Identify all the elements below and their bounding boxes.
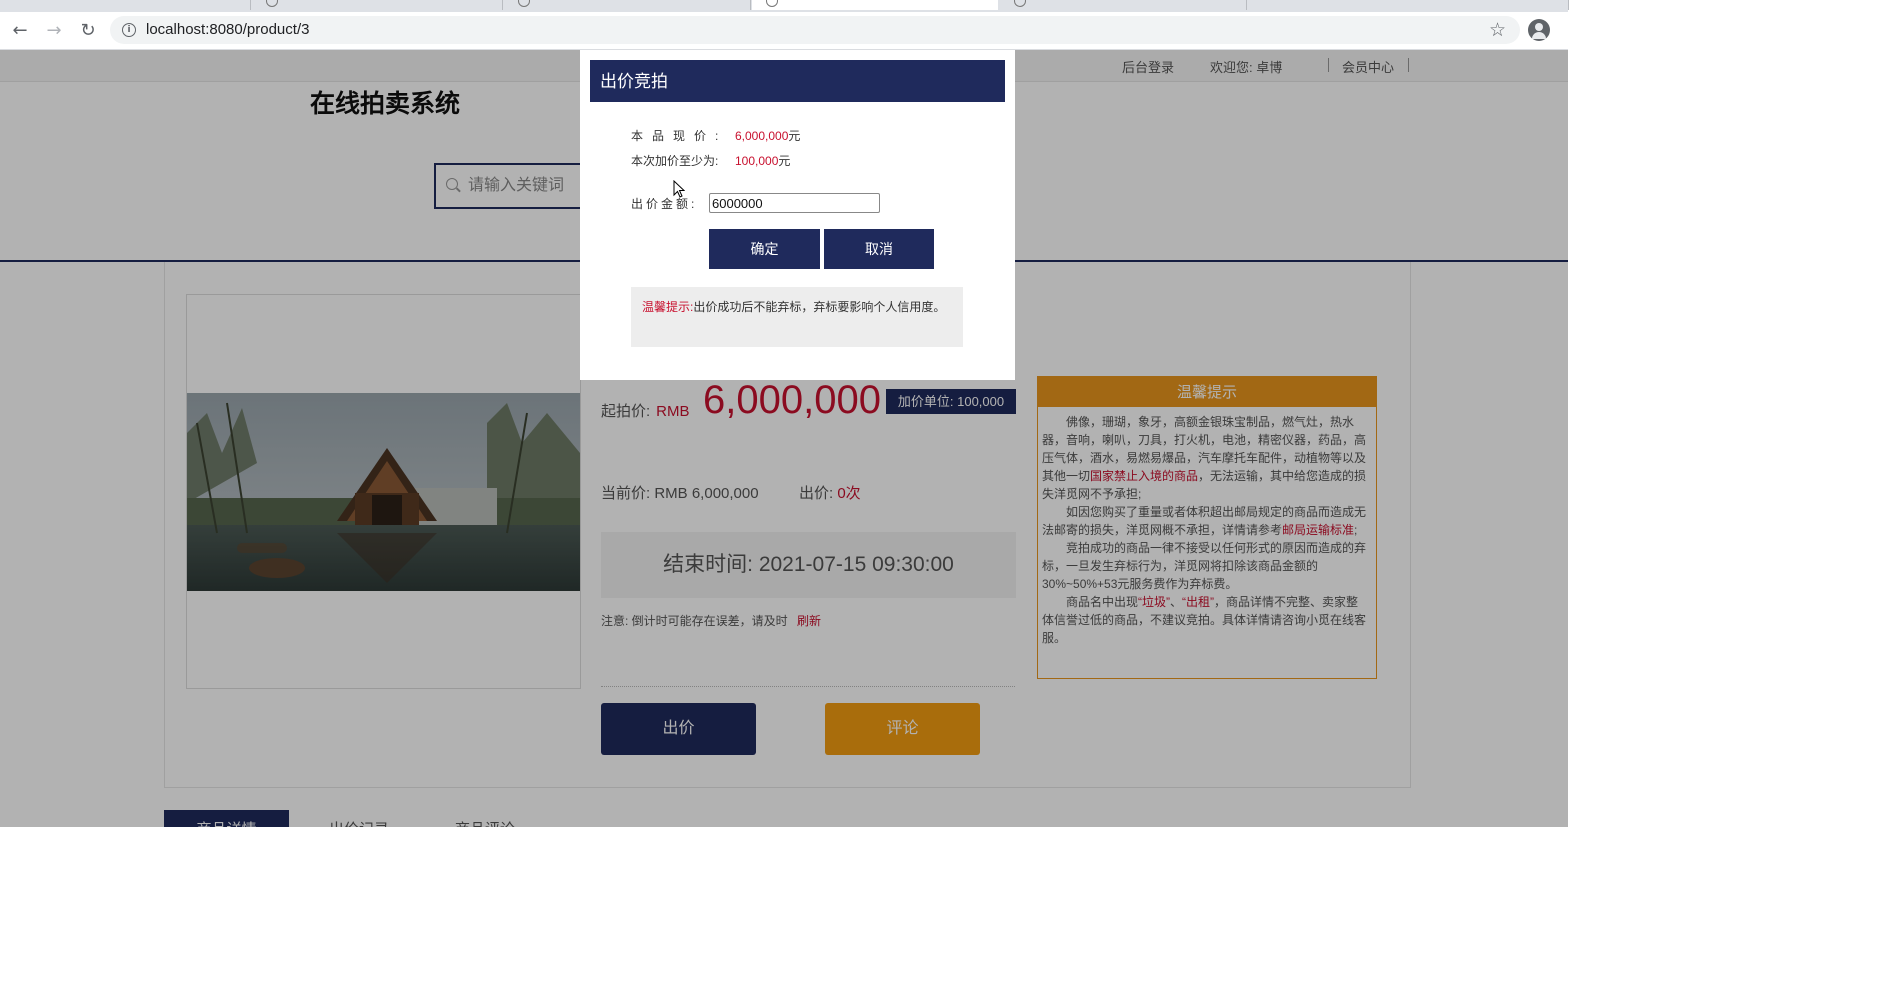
site-info-icon[interactable]: i: [122, 23, 136, 37]
dialog-min-increment: 100,000元: [735, 154, 791, 168]
reload-icon[interactable]: ↻: [76, 19, 100, 43]
bookmark-star-icon[interactable]: ☆: [1489, 19, 1506, 41]
tab-favicon-icon: [266, 0, 278, 7]
dialog-title: 出价竞拍: [590, 60, 1005, 102]
dialog-min-increment-label: 本次加价至少为:: [631, 154, 719, 168]
dialog-current-price: 6,000,000元: [735, 129, 801, 143]
bid-dialog: 出价竞拍 本品现价: 6,000,000元 本次加价至少为: 100,000元 …: [580, 50, 1015, 380]
bid-amount-input[interactable]: [709, 193, 880, 213]
tab-favicon-icon: [1014, 0, 1026, 7]
browser-toolbar: ← → ↻ i localhost:8080/product/3 ☆: [0, 12, 1568, 50]
forward-arrow-icon[interactable]: →: [42, 19, 66, 43]
browser-tab-active[interactable]: [752, 0, 998, 10]
tab-favicon-icon: [518, 0, 530, 7]
dialog-current-price-label: 本品现价:: [631, 129, 728, 143]
url-text[interactable]: localhost:8080/product/3: [146, 21, 309, 38]
browser-tab[interactable]: [1000, 0, 1247, 10]
back-arrow-icon[interactable]: ←: [8, 19, 32, 43]
dialog-tip: 温馨提示:出价成功后不能弃标，弃标要影响个人信用度。: [631, 287, 963, 347]
mouse-cursor-icon: [673, 180, 685, 198]
address-bar[interactable]: i localhost:8080/product/3 ☆: [110, 16, 1520, 44]
profile-avatar-icon[interactable]: [1528, 19, 1550, 41]
browser-tab[interactable]: [504, 0, 751, 10]
browser-tab[interactable]: [252, 0, 503, 10]
browser-tab-strip: [0, 0, 1569, 12]
browser-tab[interactable]: [0, 0, 251, 10]
cancel-button[interactable]: 取消: [824, 229, 934, 269]
page-viewport: 后台登录 欢迎您: 卓博 会员中心 在线拍卖系统 请输入关键词 起拍价: RMB…: [0, 50, 1568, 827]
bid-amount-label: 出价金额:: [631, 197, 698, 211]
dialog-tip-label: 温馨提示:: [642, 300, 694, 314]
tab-favicon-icon: [766, 0, 778, 7]
browser-tab[interactable]: [1248, 0, 1569, 10]
dialog-tip-text: 出价成功后不能弃标，弃标要影响个人信用度。: [693, 300, 946, 314]
confirm-button[interactable]: 确定: [709, 229, 820, 269]
